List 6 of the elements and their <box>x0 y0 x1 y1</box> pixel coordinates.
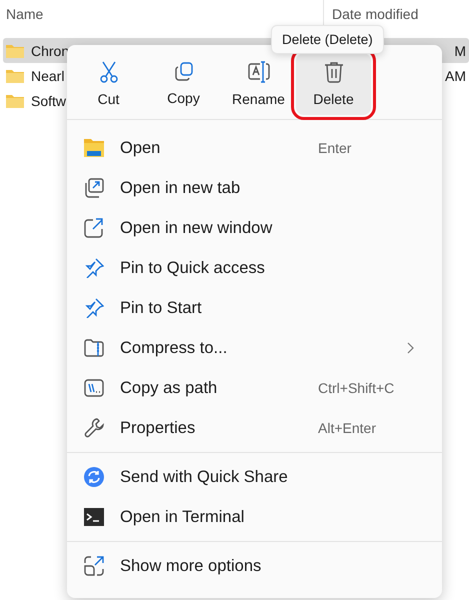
file-name: Softw <box>31 92 68 108</box>
date-text: M <box>454 42 466 58</box>
file-name: Chron <box>31 42 70 58</box>
tooltip: Delete (Delete) <box>271 25 384 54</box>
date-text: AM <box>445 68 466 84</box>
file-name: Nearl <box>31 68 66 84</box>
